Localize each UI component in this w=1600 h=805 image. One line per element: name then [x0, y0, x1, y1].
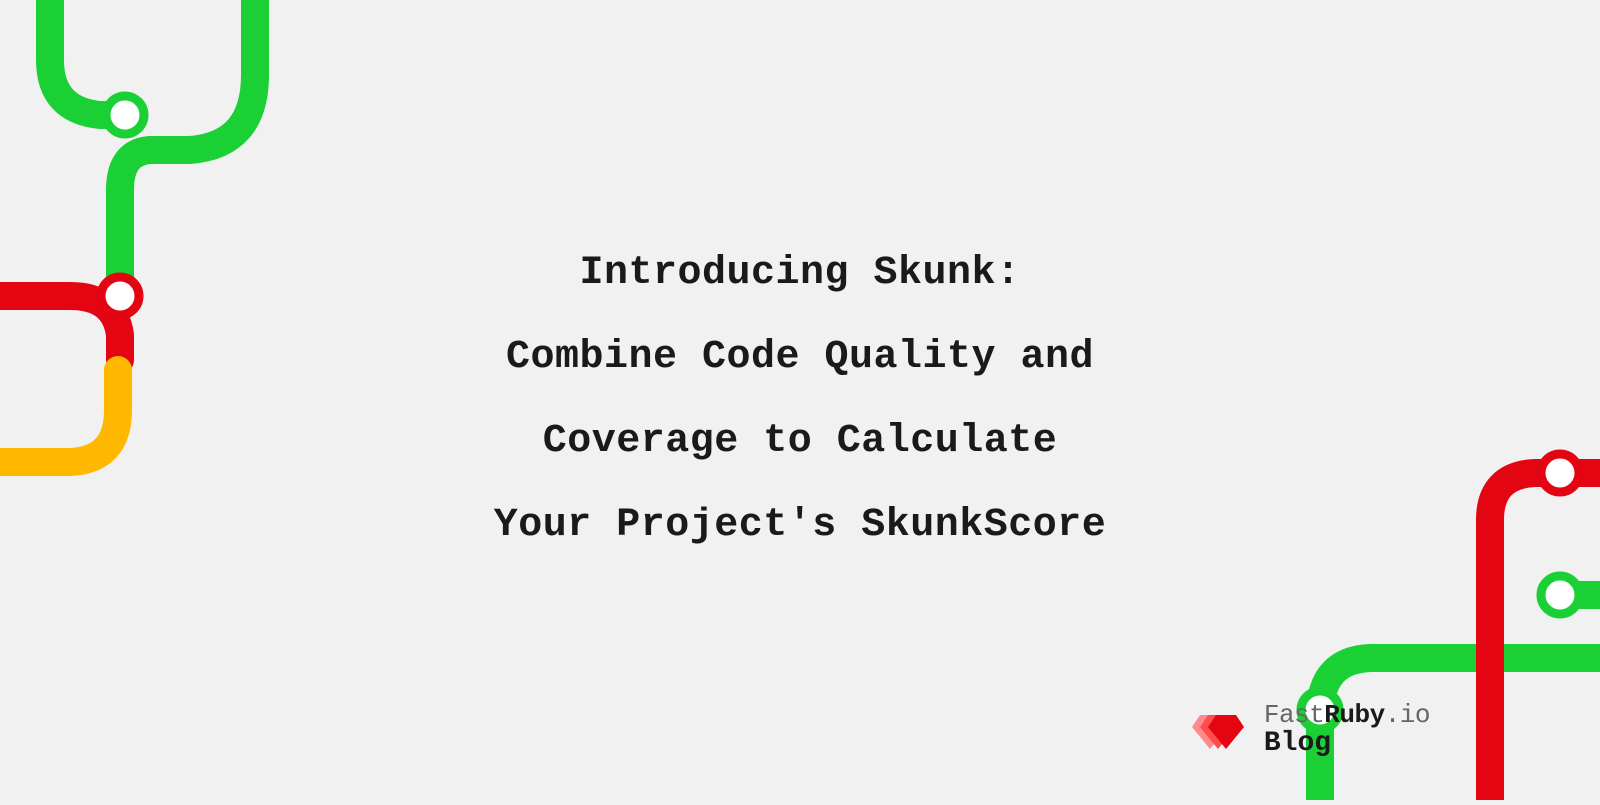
title-line-4: Your Project's SkunkScore	[0, 498, 1600, 554]
ruby-gem-icon	[1192, 705, 1252, 755]
title-line-3: Coverage to Calculate	[0, 414, 1600, 470]
main-title: Introducing Skunk: Combine Code Quality …	[0, 218, 1600, 582]
brand-prefix: Fast	[1264, 700, 1324, 730]
title-line-2: Combine Code Quality and	[0, 330, 1600, 386]
title-line-1: Introducing Skunk:	[0, 246, 1600, 302]
brand-suffix: .io	[1385, 700, 1430, 730]
brand-logo: FastRuby.io Blog	[1192, 701, 1430, 760]
logo-text: FastRuby.io Blog	[1264, 701, 1430, 760]
brand-name: FastRuby.io	[1264, 701, 1430, 730]
brand-subtitle: Blog	[1264, 729, 1430, 760]
brand-bold: Ruby	[1324, 700, 1384, 730]
